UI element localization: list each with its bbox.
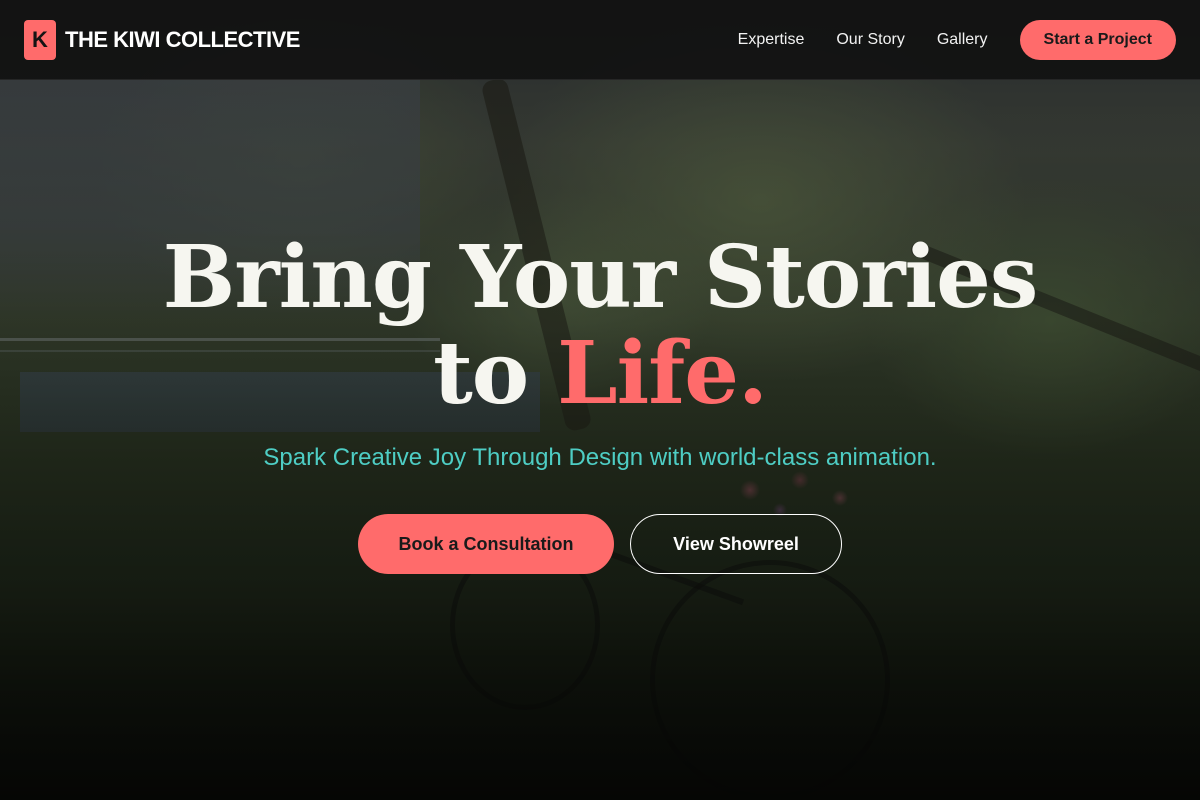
brand[interactable]: K THE KIWI COLLECTIVE (24, 19, 300, 60)
hero-buttons: Book a Consultation View Showreel (0, 514, 1200, 574)
nav-link-expertise[interactable]: Expertise (738, 31, 805, 49)
headline-line-2-prefix: to (433, 323, 558, 424)
hero-section: Bring Your Stories to Life. Spark Creati… (0, 80, 1200, 800)
start-project-button[interactable]: Start a Project (1019, 19, 1176, 60)
nav-link-gallery[interactable]: Gallery (937, 31, 988, 49)
headline-accent: Life. (557, 323, 768, 424)
nav-link-our-story[interactable]: Our Story (836, 31, 904, 49)
book-consultation-button[interactable]: Book a Consultation (358, 514, 614, 574)
top-navbar: K THE KIWI COLLECTIVE Expertise Our Stor… (0, 0, 1200, 80)
logo-icon: K (24, 19, 56, 60)
hero-subheadline: Spark Creative Joy Through Design with w… (263, 444, 937, 471)
nav-menu: Expertise Our Story Gallery Start a Proj… (738, 19, 1176, 60)
view-showreel-button[interactable]: View Showreel (630, 514, 842, 574)
headline-line-1: Bring Your Stories (162, 227, 1039, 328)
hero-headline: Bring Your Stories to Life. (0, 230, 1200, 422)
brand-name: THE KIWI COLLECTIVE (65, 26, 300, 52)
